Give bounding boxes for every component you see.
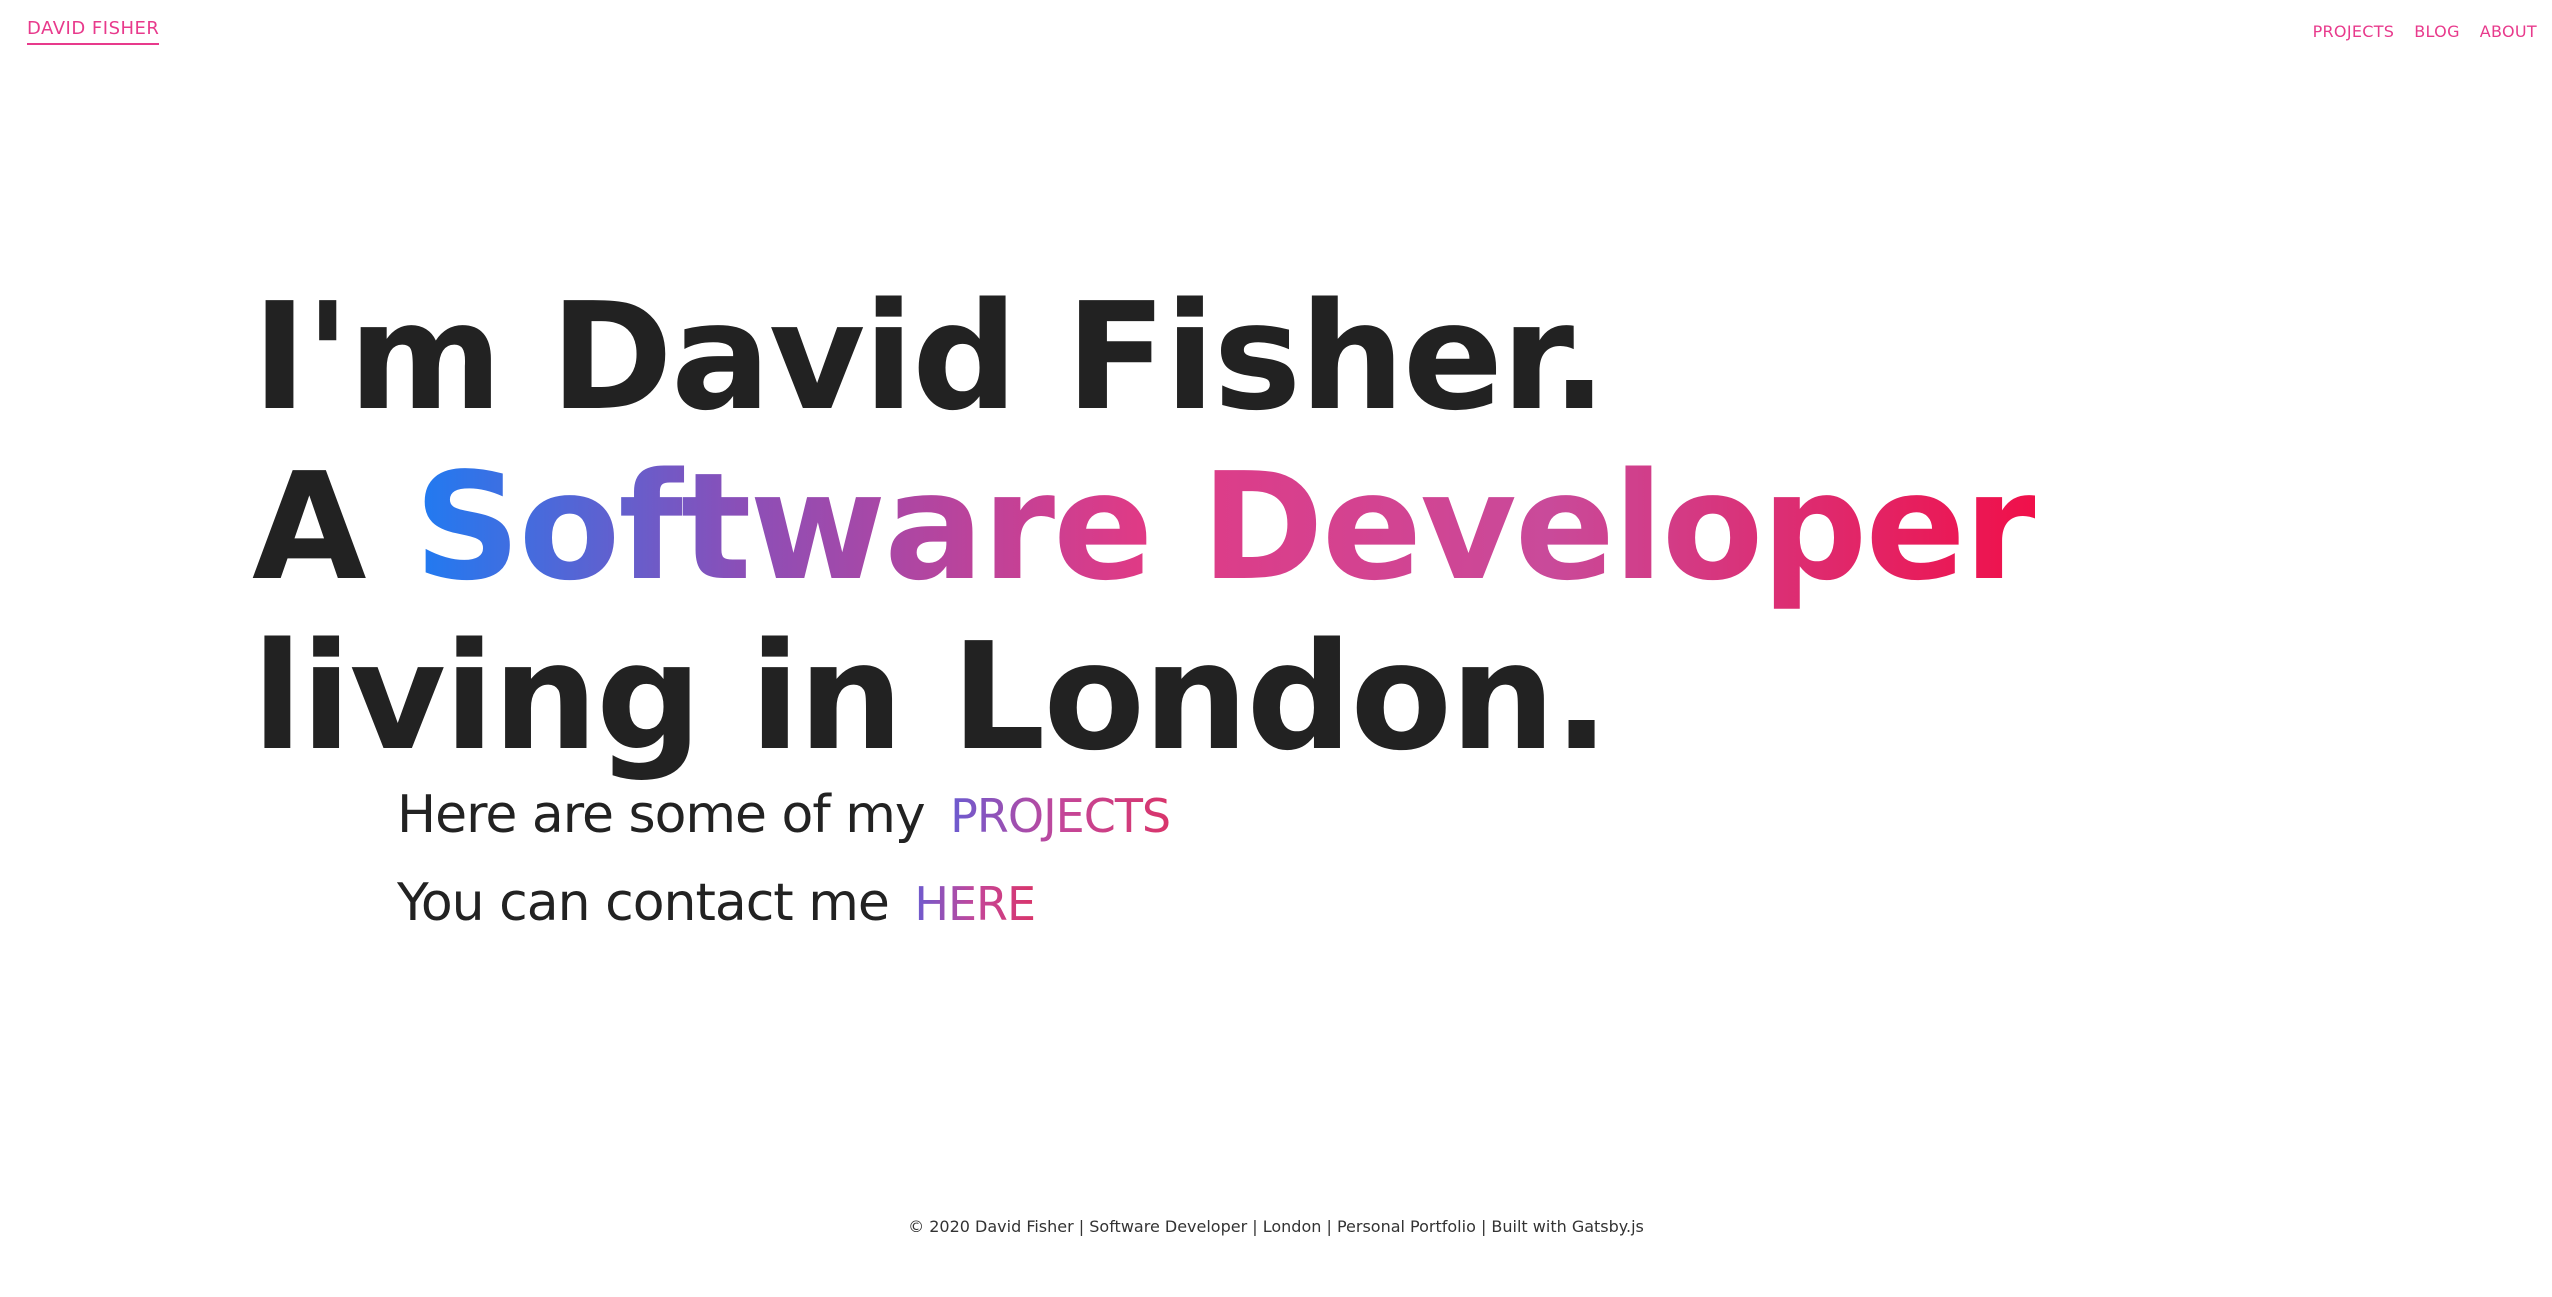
hero-highlight-role: Software Developer [414, 441, 2037, 613]
hero-line-2: A Software Developer [252, 441, 2037, 613]
hero-line-3: living in London. [252, 611, 1610, 783]
nav-about-link[interactable]: ABOUT [2480, 22, 2537, 41]
contact-link[interactable]: HERE [914, 877, 1036, 931]
brand-link[interactable]: DAVID FISHER [27, 18, 160, 45]
top-navigation-bar: DAVID FISHER PROJECTS BLOG ABOUT [0, 0, 2552, 60]
page: DAVID FISHER PROJECTS BLOG ABOUT I'm Dav… [0, 0, 2552, 1297]
contact-callout-text: You can contact me [397, 873, 890, 933]
main-nav: PROJECTS BLOG ABOUT [2313, 22, 2537, 41]
nav-blog-link[interactable]: BLOG [2414, 22, 2460, 41]
projects-link[interactable]: PROJECTS [950, 789, 1171, 843]
hero-line-1: I'm David Fisher. [252, 271, 1607, 443]
contact-callout: You can contact me HERE [397, 873, 1036, 933]
projects-callout: Here are some of my PROJECTS [397, 785, 1171, 845]
projects-callout-text: Here are some of my [397, 785, 926, 845]
hero-line-2-prefix: A [252, 441, 367, 613]
footer: © 2020 David Fisher | Software Developer… [908, 1217, 1644, 1236]
nav-projects-link[interactable]: PROJECTS [2313, 22, 2395, 41]
hero-heading: I'm David Fisher. A Software Developer l… [252, 271, 2037, 783]
